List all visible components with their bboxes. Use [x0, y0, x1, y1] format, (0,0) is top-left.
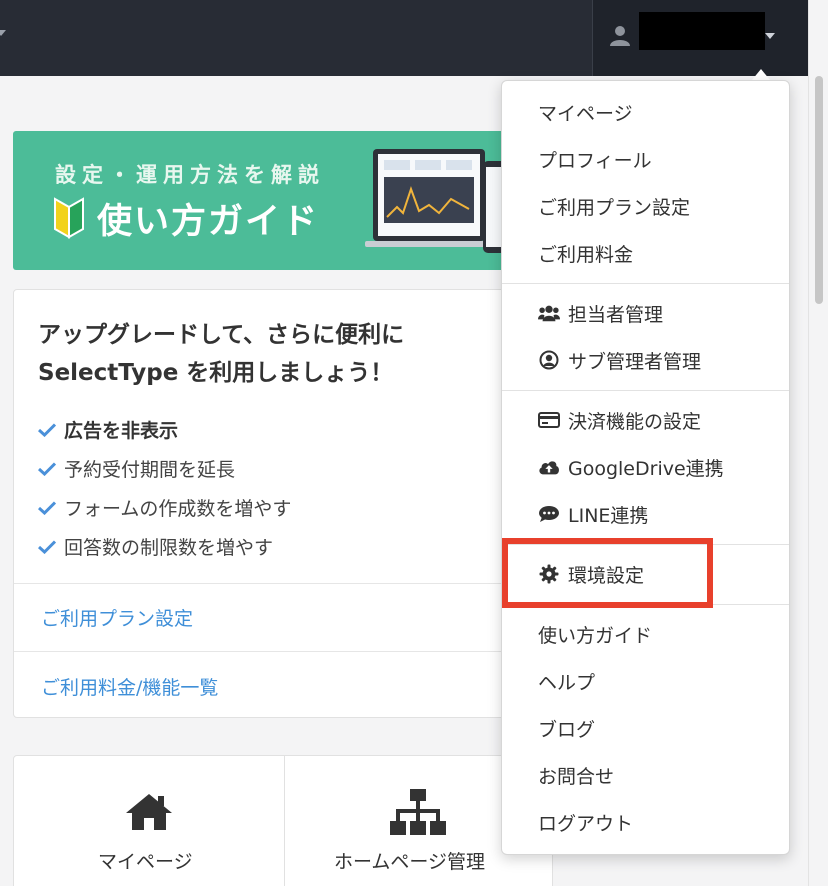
user-circle-icon: [538, 350, 560, 370]
check-icon: [38, 461, 56, 476]
menu-item-plan-settings[interactable]: ご利用プラン設定: [538, 192, 690, 220]
menu-item-sub-admin-management[interactable]: サブ管理者管理: [538, 346, 701, 374]
dropdown-arrow: [752, 69, 770, 80]
scrollbar-track[interactable]: [808, 0, 828, 886]
tile-label-mypage[interactable]: マイページ: [98, 847, 193, 874]
menu-divider: [502, 390, 789, 391]
check-icon: [38, 422, 56, 437]
menu-item-line[interactable]: LINE連携: [538, 500, 648, 528]
laptop-screenshot-icon: [365, 149, 513, 253]
comment-icon: [538, 504, 560, 524]
feature-label: フォームの作成数を増やす: [64, 498, 292, 520]
upgrade-card: アップグレードして、さらに便利にSelectType を利用しましょう！ 広告を…: [13, 289, 513, 718]
feature-label: 回答数の制限数を増やす: [64, 537, 274, 559]
menu-item-profile[interactable]: プロフィール: [538, 145, 652, 173]
sitemap-icon: [390, 789, 446, 835]
feature-item: 予約受付期間を延長: [38, 455, 235, 482]
home-icon: [126, 794, 172, 830]
menu-item-label: LINE連携: [568, 504, 649, 527]
menu-item-mypage[interactable]: マイページ: [538, 98, 633, 126]
feature-item: 広告を非表示: [38, 416, 178, 443]
menu-item-staff-management[interactable]: 担当者管理: [538, 299, 663, 327]
users-icon: [538, 303, 560, 323]
menu-item-blog[interactable]: ブログ: [538, 714, 595, 742]
menu-item-pricing[interactable]: ご利用料金: [538, 239, 633, 267]
user-icon: [610, 26, 630, 46]
divider: [14, 651, 512, 652]
feature-label: 予約受付期間を延長: [64, 459, 236, 481]
tile-label-homepage[interactable]: ホームページ管理: [334, 847, 485, 874]
shortcut-tiles: マイページ ホームページ管理: [13, 755, 553, 886]
check-icon: [38, 539, 56, 554]
scrollbar-thumb[interactable]: [815, 76, 823, 304]
tile-divider: [284, 756, 285, 886]
menu-item-label: 担当者管理: [568, 303, 664, 326]
guide-banner[interactable]: 設定・運用方法を解説 使い方ガイド: [13, 131, 513, 270]
menu-item-logout[interactable]: ログアウト: [538, 808, 633, 836]
menu-item-label: サブ管理者管理: [568, 350, 702, 373]
menu-item-label: 決済機能の設定: [568, 410, 702, 433]
highlight-annotation: [502, 538, 713, 608]
banner-title: 使い方ガイド: [97, 202, 320, 242]
menu-item-label: GoogleDrive連携: [568, 457, 724, 480]
plan-settings-link[interactable]: ご利用プラン設定: [41, 604, 193, 631]
credit-card-icon: [538, 410, 560, 430]
chevron-down-icon: [765, 33, 775, 39]
upgrade-title: アップグレードして、さらに便利にSelectType を利用しましょう！: [38, 322, 405, 386]
menu-divider: [502, 283, 789, 284]
menu-item-payment-settings[interactable]: 決済機能の設定: [538, 406, 701, 434]
menu-item-googledrive[interactable]: GoogleDrive連携: [538, 453, 724, 481]
user-name-redacted: [639, 12, 765, 50]
divider: [14, 583, 512, 584]
beginner-mark-icon: [54, 197, 84, 239]
feature-item: フォームの作成数を増やす: [38, 494, 291, 521]
user-menu-toggle[interactable]: [592, 0, 808, 76]
pricing-link[interactable]: ご利用料金/機能一覧: [41, 673, 218, 700]
menu-item-contact[interactable]: お問合せ: [538, 761, 614, 789]
user-dropdown-menu: マイページ プロフィール ご利用プラン設定 ご利用料金 担当者管理 サブ管理者管…: [501, 80, 790, 855]
cloud-upload-icon: [538, 457, 560, 477]
top-navbar: [0, 0, 808, 76]
chevron-down-icon[interactable]: [0, 30, 6, 36]
banner-subtitle: 設定・運用方法を解説: [55, 163, 325, 187]
feature-label: 広告を非表示: [64, 420, 179, 442]
feature-item: 回答数の制限数を増やす: [38, 533, 273, 560]
menu-item-help[interactable]: ヘルプ: [538, 667, 595, 695]
check-icon: [38, 500, 56, 515]
menu-item-guide[interactable]: 使い方ガイド: [538, 620, 652, 648]
